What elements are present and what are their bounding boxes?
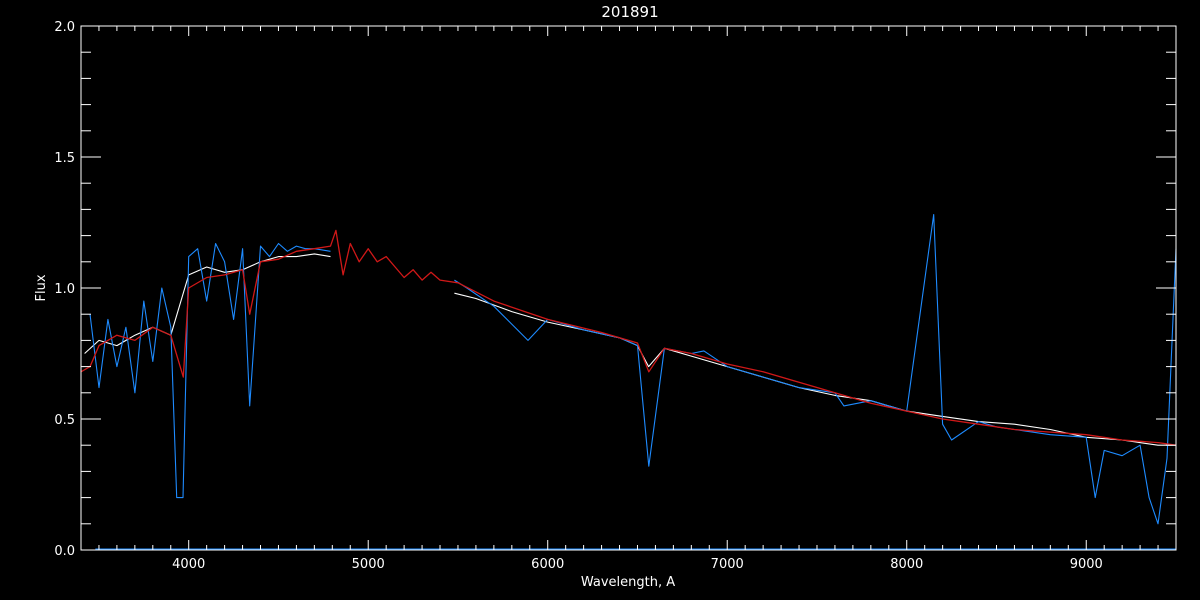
y-tick-label: 2.0 — [54, 20, 75, 35]
x-tick-label: 7000 — [711, 557, 744, 572]
y-axis-label: Flux — [34, 274, 49, 301]
y-tick-label: 1.0 — [54, 282, 75, 297]
x-axis-label: Wavelength, A — [581, 575, 675, 590]
x-tick-label: 4000 — [172, 557, 205, 572]
chart-title: 201891 — [601, 3, 658, 21]
x-tick-label: 9000 — [1070, 557, 1103, 572]
y-tick-label: 0.0 — [54, 544, 75, 559]
spectrum-chart: 201891 4000 5000 6000 7000 8000 9000 0.0 0.5 1.0… — [0, 0, 1200, 600]
y-tick-label: 0.5 — [54, 413, 75, 428]
x-tick-label: 5000 — [352, 557, 385, 572]
x-tick-label: 8000 — [890, 557, 923, 572]
chart-background — [0, 0, 1200, 600]
y-tick-label: 1.5 — [54, 151, 75, 166]
x-tick-label: 6000 — [531, 557, 564, 572]
